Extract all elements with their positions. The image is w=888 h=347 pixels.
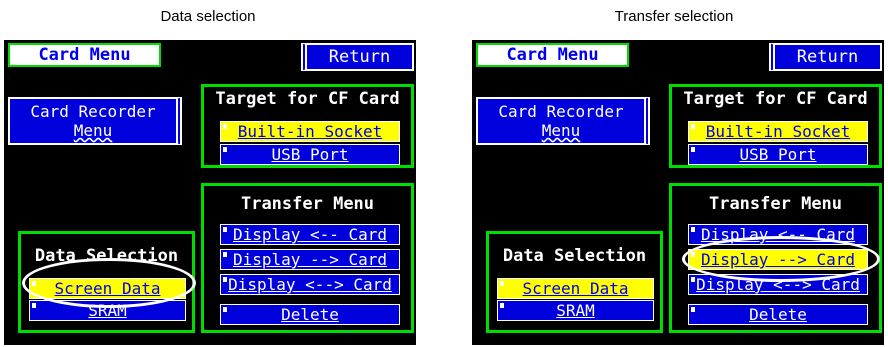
option-sram[interactable]: SRAM	[29, 300, 186, 321]
option-screen-data[interactable]: Screen Data	[29, 278, 186, 299]
option-usb-port[interactable]: USB Port	[220, 144, 400, 165]
option-delete[interactable]: Delete	[688, 304, 868, 325]
indicator-icon	[691, 252, 695, 257]
card-recorder-menu-button[interactable]: Card Recorder Menu	[476, 97, 650, 145]
card-recorder-label-1: Card Recorder	[498, 102, 624, 121]
indicator-icon	[500, 281, 504, 286]
option-display-from-card[interactable]: Display <-- Card	[220, 224, 400, 245]
transfer-panel-title: Transfer Menu	[708, 194, 843, 214]
indicator-icon	[691, 227, 695, 232]
indicator-icon	[223, 252, 227, 257]
transfer-menu-panel: Transfer Menu Display <-- Card Display -…	[669, 183, 882, 333]
indicator-icon	[223, 227, 227, 232]
data-selection-panel: Data Selection Screen Data SRAM	[486, 231, 663, 333]
option-display-sync-card[interactable]: Display <--> Card	[220, 274, 400, 295]
target-cf-card-panel: Target for CF Card Built-in Socket USB P…	[669, 84, 882, 168]
caption-transfer-selection: Transfer selection	[614, 8, 734, 25]
option-sram[interactable]: SRAM	[497, 300, 654, 321]
target-panel-title: Target for CF Card	[683, 89, 868, 109]
option-delete[interactable]: Delete	[220, 304, 400, 325]
screen-transfer-selection: Card Menu Return Card Recorder Menu Targ…	[472, 40, 884, 345]
transfer-panel-title: Transfer Menu	[240, 194, 375, 214]
indicator-icon	[223, 147, 227, 152]
option-display-sync-card[interactable]: Display <--> Card	[688, 274, 868, 295]
data-selection-panel: Data Selection Screen Data SRAM	[18, 231, 195, 333]
data-panel-title: Data Selection	[502, 246, 647, 266]
indicator-icon	[32, 281, 36, 286]
indicator-icon	[691, 124, 695, 129]
option-screen-data[interactable]: Screen Data	[497, 278, 654, 299]
indicator-icon	[691, 277, 695, 282]
data-panel-title: Data Selection	[34, 246, 179, 266]
return-button[interactable]: Return	[301, 43, 414, 71]
screen-data-selection: Card Menu Return Card Recorder Menu Targ…	[4, 40, 416, 345]
option-built-in-socket[interactable]: Built-in Socket	[220, 121, 400, 142]
indicator-icon	[223, 307, 227, 312]
indicator-icon	[691, 307, 695, 312]
target-cf-card-panel: Target for CF Card Built-in Socket USB P…	[201, 84, 414, 168]
option-built-in-socket[interactable]: Built-in Socket	[688, 121, 868, 142]
transfer-menu-panel: Transfer Menu Display <-- Card Display -…	[201, 183, 414, 333]
card-recorder-label-2: Menu	[541, 121, 581, 140]
indicator-icon	[500, 303, 504, 308]
indicator-icon	[32, 303, 36, 308]
option-display-to-card[interactable]: Display --> Card	[220, 249, 400, 270]
option-display-from-card[interactable]: Display <-- Card	[688, 224, 868, 245]
option-display-to-card[interactable]: Display --> Card	[688, 249, 868, 270]
return-button[interactable]: Return	[769, 43, 882, 71]
card-recorder-label-2: Menu	[73, 121, 113, 140]
indicator-icon	[691, 147, 695, 152]
card-recorder-label-1: Card Recorder	[30, 102, 156, 121]
target-panel-title: Target for CF Card	[215, 89, 400, 109]
caption-data-selection: Data selection	[160, 8, 256, 25]
card-menu-title: Card Menu	[476, 43, 629, 67]
card-recorder-menu-button[interactable]: Card Recorder Menu	[8, 97, 182, 145]
option-usb-port[interactable]: USB Port	[688, 144, 868, 165]
indicator-icon	[223, 124, 227, 129]
card-menu-title: Card Menu	[8, 43, 161, 67]
indicator-icon	[223, 277, 227, 282]
